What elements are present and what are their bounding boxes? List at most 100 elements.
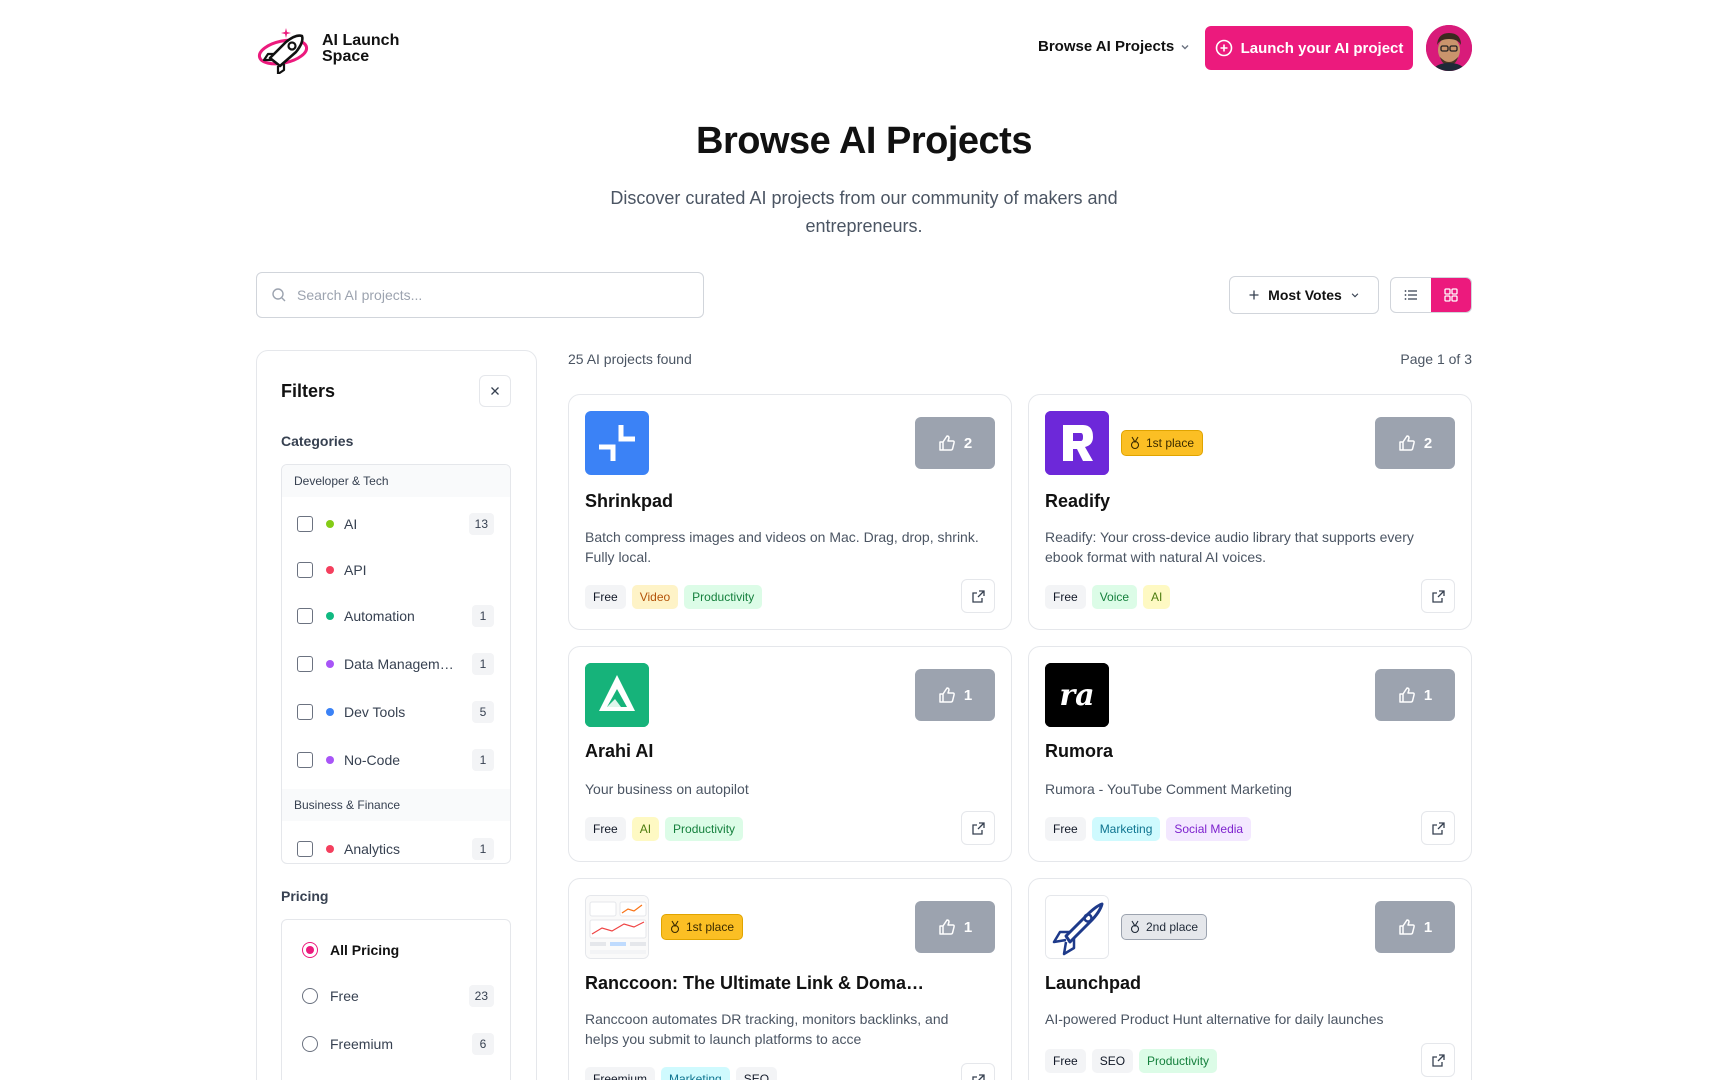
open-external-button[interactable] [1421, 811, 1455, 845]
upvote-button[interactable]: 2 [915, 417, 995, 469]
ranking-badge-label: 1st place [1146, 436, 1195, 450]
open-external-button[interactable] [1421, 1043, 1455, 1077]
category-checkbox[interactable] [297, 752, 313, 768]
project-card-readify[interactable]: 1st place 2 Readify Readify: Your cross-… [1028, 394, 1472, 630]
category-checkbox[interactable] [297, 516, 313, 532]
category-checkbox[interactable] [297, 704, 313, 720]
project-title[interactable]: Shrinkpad [585, 491, 673, 512]
upvote-button[interactable]: 1 [1375, 669, 1455, 721]
open-external-button[interactable] [961, 1063, 995, 1080]
tag[interactable]: Marketing [661, 1067, 730, 1080]
project-description: Rumora - YouTube Comment Marketing [1045, 781, 1292, 797]
grid-icon [1444, 288, 1458, 302]
readify-r-icon [1045, 411, 1109, 475]
tag[interactable]: Productivity [1139, 1049, 1218, 1073]
pricing-radio[interactable] [302, 942, 318, 958]
tag[interactable]: SEO [735, 1067, 778, 1080]
project-tags: Free Marketing Social Media [1045, 817, 1252, 841]
filters-sidebar: Filters Categories Developer & Tech AI 1… [256, 350, 537, 1080]
category-item-automation[interactable]: Automation 1 [282, 598, 510, 634]
logo[interactable]: AI Launch Space [256, 24, 399, 74]
category-count: 1 [472, 749, 494, 771]
tag[interactable]: Productivity [665, 817, 744, 841]
pricing-option-free[interactable]: Free 23 [282, 978, 510, 1014]
vote-count: 1 [963, 686, 973, 704]
browse-projects-nav[interactable]: Browse AI Projects [1038, 38, 1190, 55]
tag[interactable]: Free [1045, 1049, 1086, 1073]
category-label: AI [344, 516, 358, 532]
search-input[interactable] [297, 287, 677, 303]
pricing-option-label: Free [330, 988, 359, 1004]
category-label: API [344, 562, 367, 578]
category-item-dev-tools[interactable]: Dev Tools 5 [282, 694, 510, 730]
external-link-icon [1431, 821, 1445, 835]
tag[interactable]: Video [631, 585, 679, 609]
tag[interactable]: Voice [1091, 585, 1138, 609]
grid-view-button[interactable] [1431, 278, 1471, 312]
upvote-button[interactable]: 1 [1375, 901, 1455, 953]
category-item-analytics[interactable]: Analytics 1 [282, 831, 510, 863]
project-description: Batch compress images and videos on Mac.… [585, 529, 979, 565]
project-title[interactable]: Arahi AI [585, 741, 653, 762]
tag[interactable]: Marketing [1091, 817, 1161, 841]
project-title[interactable]: Launchpad [1045, 973, 1141, 994]
category-item-ai[interactable]: AI 13 [282, 506, 510, 542]
tag[interactable]: Freemium [585, 1067, 656, 1080]
category-item-no-code[interactable]: No-Code 1 [282, 742, 510, 778]
pricing-option-all[interactable]: All Pricing [282, 932, 510, 968]
category-checkbox[interactable] [297, 562, 313, 578]
project-card-shrinkpad[interactable]: 2 Shrinkpad Batch compress images and vi… [568, 394, 1012, 630]
tag[interactable]: AI [631, 817, 660, 841]
category-checkbox[interactable] [297, 656, 313, 672]
upvote-button[interactable]: 1 [915, 669, 995, 721]
project-title[interactable]: Rumora [1045, 741, 1113, 762]
tag[interactable]: Free [1045, 585, 1086, 609]
open-external-button[interactable] [1421, 579, 1455, 613]
upvote-button[interactable]: 1 [915, 901, 995, 953]
pricing-radio[interactable] [302, 988, 318, 1004]
arahi-logo-icon [585, 663, 649, 727]
launch-project-button[interactable]: Launch your AI project [1205, 26, 1413, 70]
category-dot [326, 612, 334, 620]
category-dot [326, 756, 334, 764]
project-tags: Free AI Productivity [585, 817, 744, 841]
project-card-ranccoon[interactable]: 1st place 1 Ranccoon: The Ultimate Link … [568, 878, 1012, 1080]
tag[interactable]: Free [585, 585, 626, 609]
vote-count: 2 [1423, 434, 1433, 452]
category-checkbox[interactable] [297, 608, 313, 624]
sort-dropdown[interactable]: Most Votes [1229, 276, 1379, 314]
header: AI Launch Space Browse AI Projects Launc… [0, 0, 1728, 95]
tag[interactable]: Free [585, 817, 626, 841]
pricing-option-freemium[interactable]: Freemium 6 [282, 1026, 510, 1062]
tag[interactable]: AI [1143, 585, 1171, 609]
category-item-data-management[interactable]: Data Management 1 [282, 646, 510, 682]
svg-text:ra: ra [1059, 678, 1094, 713]
project-title[interactable]: Ranccoon: The Ultimate Link & Domain Rat… [585, 973, 925, 994]
close-filters-button[interactable] [479, 375, 511, 407]
category-item-api[interactable]: API [282, 552, 510, 588]
category-label: No-Code [344, 752, 401, 768]
open-external-button[interactable] [961, 811, 995, 845]
tag[interactable]: Free [1045, 817, 1086, 841]
vote-count: 1 [1423, 918, 1433, 936]
launchpad-logo-icon [1045, 895, 1109, 959]
user-avatar[interactable] [1426, 25, 1472, 71]
pricing-radio[interactable] [302, 1036, 318, 1052]
tag[interactable]: Productivity [684, 585, 763, 609]
open-external-button[interactable] [961, 579, 995, 613]
category-dot [326, 520, 334, 528]
tag[interactable]: Social Media [1166, 817, 1252, 841]
upvote-button[interactable]: 2 [1375, 417, 1455, 469]
project-card-arahi-ai[interactable]: 1 Arahi AI Your business on autopilot Fr… [568, 646, 1012, 862]
project-title[interactable]: Readify [1045, 491, 1110, 512]
pricing-count: 6 [472, 1033, 494, 1055]
category-checkbox[interactable] [297, 841, 313, 857]
list-view-button[interactable] [1391, 278, 1431, 312]
pricing-option-label: All Pricing [330, 942, 400, 958]
categories-list: Developer & Tech AI 13 API Automation 1 … [281, 464, 511, 864]
tag[interactable]: SEO [1091, 1049, 1134, 1073]
category-count: 1 [472, 653, 494, 675]
project-card-launchpad[interactable]: 2nd place 1 Launchpad AI-powered Product… [1028, 878, 1472, 1080]
filters-title: Filters [281, 381, 336, 401]
project-card-rumora[interactable]: ra 1 Rumora Rumora - YouTube Comment Mar… [1028, 646, 1472, 862]
